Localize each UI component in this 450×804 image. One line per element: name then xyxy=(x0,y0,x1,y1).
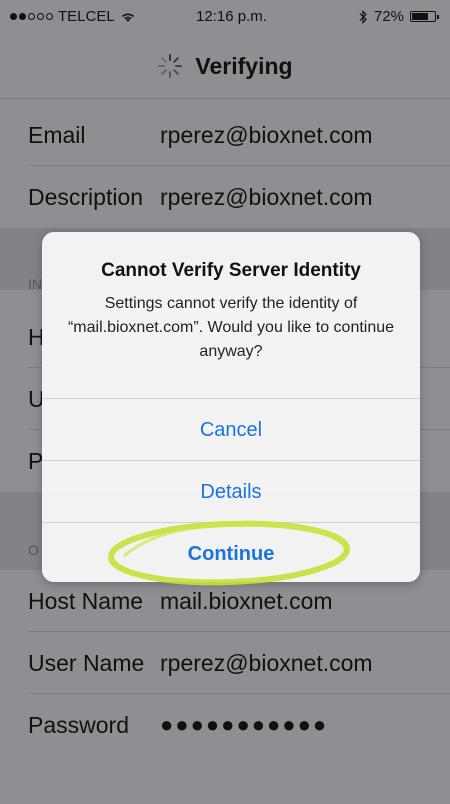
navigation-bar: Verifying xyxy=(0,34,450,99)
phone-screen: TELCEL 12:16 p.m. 72% Verifying Email rp… xyxy=(0,0,450,804)
incoming-section-header: IN xyxy=(28,276,42,292)
carrier-name: TELCEL xyxy=(58,8,115,25)
cancel-button[interactable]: Cancel xyxy=(42,398,420,461)
email-row[interactable]: Email rperez@bioxnet.com xyxy=(0,104,450,166)
password-label: Password xyxy=(28,711,129,738)
continue-button[interactable]: Continue xyxy=(42,522,420,582)
host-name-label: Host Name xyxy=(28,587,144,614)
page-title: Verifying xyxy=(195,52,293,79)
battery-percent: 72% xyxy=(373,8,404,25)
password-field[interactable]: ●●●●●●●●●●● xyxy=(160,712,328,738)
status-time: 12:16 p.m. xyxy=(196,8,267,25)
spinner-icon xyxy=(158,54,183,78)
status-right: 72% xyxy=(359,8,439,25)
details-button[interactable]: Details xyxy=(42,460,420,523)
signal-strength-icon xyxy=(10,13,53,20)
status-bar: TELCEL 12:16 p.m. 72% xyxy=(0,0,450,34)
bluetooth-icon xyxy=(359,9,367,24)
email-label: Email xyxy=(28,121,86,148)
status-left: TELCEL xyxy=(10,8,136,25)
alert-dialog: Cannot Verify Server Identity Settings c… xyxy=(42,232,420,582)
user-name-field[interactable]: rperez@bioxnet.com xyxy=(160,650,373,677)
user-name-label: User Name xyxy=(28,649,145,676)
alert-message: Settings cannot verify the identity of “… xyxy=(67,295,395,360)
battery-icon xyxy=(410,11,439,22)
host-name-field[interactable]: mail.bioxnet.com xyxy=(160,588,333,615)
description-row[interactable]: Description rperez@bioxnet.com xyxy=(0,166,450,228)
description-label: Description xyxy=(28,183,144,210)
user-name-row[interactable]: User Name rperez@bioxnet.com xyxy=(0,632,450,694)
outgoing-section-header: O xyxy=(28,542,39,558)
battery-fill xyxy=(412,13,428,20)
wifi-icon xyxy=(121,13,134,22)
alert-title: Cannot Verify Server Identity xyxy=(101,260,361,281)
email-field[interactable]: rperez@bioxnet.com xyxy=(160,122,373,149)
password-row[interactable]: Password ●●●●●●●●●●● xyxy=(0,694,450,756)
description-field[interactable]: rperez@bioxnet.com xyxy=(160,184,373,211)
